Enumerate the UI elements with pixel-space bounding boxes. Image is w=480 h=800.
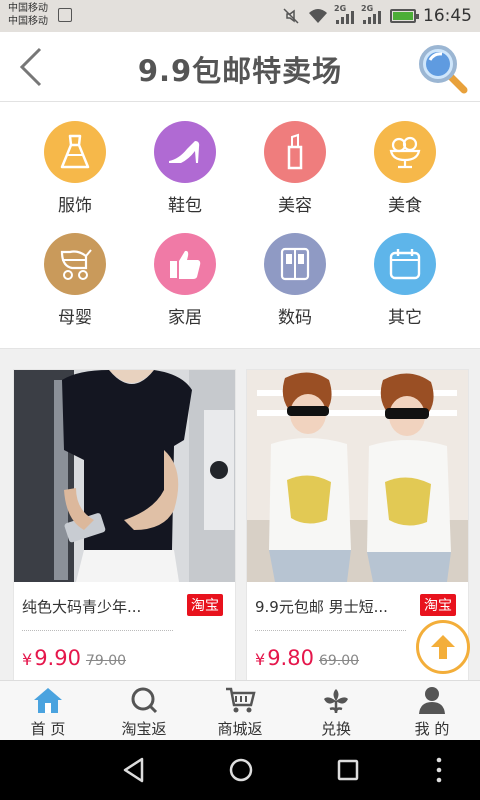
category-food[interactable]: 美食 (350, 121, 460, 221)
battery-icon (390, 9, 419, 23)
category-label: 鞋包 (168, 196, 202, 216)
wifi-icon (309, 9, 327, 23)
price-row: ¥9.90 79.00 (22, 646, 126, 670)
category-baby[interactable]: 母婴 (20, 233, 130, 333)
tab-exchange[interactable]: 兑换 (288, 681, 384, 740)
image-notification-icon (58, 8, 72, 22)
status-time: 16:45 (423, 6, 472, 26)
nav-back-icon[interactable] (120, 756, 148, 784)
original-price: 79.00 (85, 653, 127, 669)
dotted-divider (255, 630, 406, 631)
high-heel-icon (154, 121, 216, 183)
category-apparel[interactable]: 服饰 (20, 121, 130, 221)
bottom-tab-bar: 首 页 淘宝返 商城返 兑换 我 的 (0, 680, 480, 740)
dotted-divider (22, 630, 173, 631)
flower-icon (324, 689, 348, 714)
category-label: 母婴 (58, 308, 92, 328)
tab-mall-rebate[interactable]: 商城返 (192, 681, 288, 740)
signal-1-icon: 2G (334, 4, 356, 24)
calendar-icon (374, 233, 436, 295)
carrier-1: 中国移动 (8, 3, 48, 14)
status-bar: 中国移动 中国移动 2G 2G 16:45 (0, 0, 480, 32)
category-grid: 服饰 鞋包 美容 美食 母婴 家居 数码 其它 (0, 103, 480, 343)
magnifier-icon (419, 45, 468, 94)
category-label: 美容 (278, 196, 312, 216)
platform-tag: 淘宝 (187, 594, 223, 616)
category-shoes-bags[interactable]: 鞋包 (130, 121, 240, 221)
nav-menu-icon[interactable] (432, 756, 446, 784)
tab-label: 商城返 (217, 720, 263, 738)
lipstick-icon (264, 121, 326, 183)
tab-label: 兑换 (320, 720, 351, 738)
tab-taobao-rebate[interactable]: 淘宝返 (96, 681, 192, 740)
currency-symbol: ¥ (255, 650, 266, 669)
tab-label: 淘宝返 (121, 720, 167, 738)
category-label: 美食 (388, 196, 422, 216)
product-image (247, 370, 468, 582)
cart-icon (226, 687, 256, 713)
user-icon (419, 687, 445, 714)
product-name: 9.9元包邮 男士短... (255, 598, 388, 616)
tab-label: 首 页 (30, 720, 66, 738)
section-divider (0, 348, 480, 360)
nav-recents-icon[interactable] (334, 756, 362, 784)
carrier-2: 中国移动 (8, 16, 48, 27)
product-card[interactable]: 纯色大码青少年... 淘宝 ¥9.90 79.00 (13, 369, 236, 681)
signal-2-icon: 2G (361, 4, 383, 24)
taobao-search-icon (131, 687, 158, 714)
dress-icon (44, 121, 106, 183)
category-label: 家居 (168, 308, 202, 328)
category-label: 服饰 (58, 196, 92, 216)
current-price: 9.90 (34, 646, 81, 670)
category-beauty[interactable]: 美容 (240, 121, 350, 221)
carrier-names: 中国移动 中国移动 (8, 2, 48, 28)
currency-symbol: ¥ (22, 650, 33, 669)
page-title: 9.9包邮特卖场 (137, 54, 343, 88)
nav-home-icon[interactable] (227, 756, 255, 784)
category-home[interactable]: 家居 (130, 233, 240, 333)
mute-icon (283, 8, 299, 24)
original-price: 69.00 (318, 653, 360, 669)
tab-home[interactable]: 首 页 (0, 681, 96, 740)
thumbs-up-icon (154, 233, 216, 295)
price-row: ¥9.80 69.00 (255, 646, 359, 670)
tab-label: 我 的 (414, 720, 450, 738)
arrow-up-icon (431, 635, 455, 659)
product-image (14, 370, 235, 582)
header: 9.9包邮特卖场 (0, 32, 480, 102)
stroller-icon (44, 233, 106, 295)
home-icon (34, 688, 62, 713)
scroll-to-top-button[interactable] (416, 620, 470, 674)
category-other[interactable]: 其它 (350, 233, 460, 333)
category-label: 数码 (278, 308, 312, 328)
category-digital[interactable]: 数码 (240, 233, 350, 333)
system-navigation-bar (0, 740, 480, 800)
current-price: 9.80 (267, 646, 314, 670)
category-label: 其它 (388, 308, 422, 328)
ice-cream-icon (374, 121, 436, 183)
platform-tag: 淘宝 (420, 594, 456, 616)
device-icon (264, 233, 326, 295)
tab-profile[interactable]: 我 的 (384, 681, 480, 740)
product-name: 纯色大码青少年... (22, 598, 142, 616)
search-button[interactable] (414, 40, 472, 96)
